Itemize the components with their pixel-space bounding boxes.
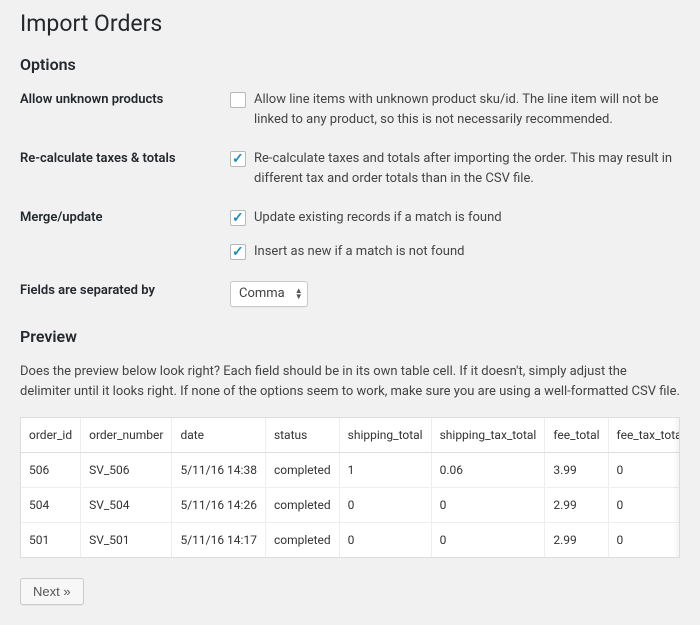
update-existing-description: Update existing records if a match is fo… <box>254 208 502 228</box>
table-cell: 0 <box>431 523 545 558</box>
table-cell: 1 <box>339 453 431 488</box>
delimiter-select[interactable]: Comma ▲▼ <box>230 281 308 307</box>
table-cell: 0 <box>339 523 431 558</box>
allow-unknown-label: Allow unknown products <box>20 90 230 107</box>
table-cell: 0.06 <box>431 453 545 488</box>
allow-unknown-checkbox[interactable] <box>230 92 246 108</box>
table-header-cell: shipping_total <box>339 418 431 453</box>
table-header-cell: date <box>172 418 265 453</box>
table-cell: 5/11/16 14:26 <box>172 488 265 523</box>
table-cell: 5/11/16 14:17 <box>172 523 265 558</box>
table-row: 506SV_5065/11/16 14:38completed10.063.99… <box>21 453 680 488</box>
table-cell: 0 <box>608 488 680 523</box>
table-cell: completed <box>265 523 339 558</box>
allow-unknown-description: Allow line items with unknown product sk… <box>254 90 680 129</box>
table-header-cell: order_number <box>81 418 172 453</box>
table-cell: 0 <box>608 523 680 558</box>
update-existing-checkbox[interactable] <box>230 210 246 226</box>
table-row: 504SV_5045/11/16 14:26completed002.9900 <box>21 488 680 523</box>
table-cell: 504 <box>21 488 81 523</box>
table-cell: 5/11/16 14:38 <box>172 453 265 488</box>
preview-help-text: Does the preview below look right? Each … <box>20 362 680 401</box>
table-cell: completed <box>265 488 339 523</box>
table-cell: 2.99 <box>545 488 608 523</box>
merge-update-label: Merge/update <box>20 208 230 225</box>
delimiter-value: Comma <box>239 284 285 304</box>
table-cell: 0 <box>339 488 431 523</box>
table-header-cell: shipping_tax_total <box>431 418 545 453</box>
recalculate-checkbox[interactable] <box>230 151 246 167</box>
table-header-cell: fee_total <box>545 418 608 453</box>
recalculate-label: Re-calculate taxes & totals <box>20 149 230 166</box>
table-header-cell: status <box>265 418 339 453</box>
table-cell: 2.99 <box>545 523 608 558</box>
table-cell: 0 <box>431 488 545 523</box>
table-row: 501SV_5015/11/16 14:17completed002.9900 <box>21 523 680 558</box>
preview-heading: Preview <box>20 327 680 346</box>
table-header-cell: order_id <box>21 418 81 453</box>
preview-table: order_idorder_numberdatestatusshipping_t… <box>21 418 680 557</box>
table-cell: SV_501 <box>81 523 172 558</box>
page-title: Import Orders <box>20 10 680 37</box>
next-button[interactable]: Next » <box>20 578 84 605</box>
insert-new-description: Insert as new if a match is not found <box>254 242 464 262</box>
options-heading: Options <box>20 55 680 74</box>
table-cell: 501 <box>21 523 81 558</box>
table-cell: 506 <box>21 453 81 488</box>
table-cell: 3.99 <box>545 453 608 488</box>
insert-new-checkbox[interactable] <box>230 244 246 260</box>
table-cell: SV_506 <box>81 453 172 488</box>
recalculate-description: Re-calculate taxes and totals after impo… <box>254 149 680 188</box>
select-stepper-icon: ▲▼ <box>295 288 303 300</box>
preview-table-wrap[interactable]: order_idorder_numberdatestatusshipping_t… <box>20 417 680 558</box>
table-header-cell: fee_tax_total <box>608 418 680 453</box>
table-cell: SV_504 <box>81 488 172 523</box>
table-cell: completed <box>265 453 339 488</box>
delimiter-label: Fields are separated by <box>20 281 230 298</box>
table-cell: 0 <box>608 453 680 488</box>
